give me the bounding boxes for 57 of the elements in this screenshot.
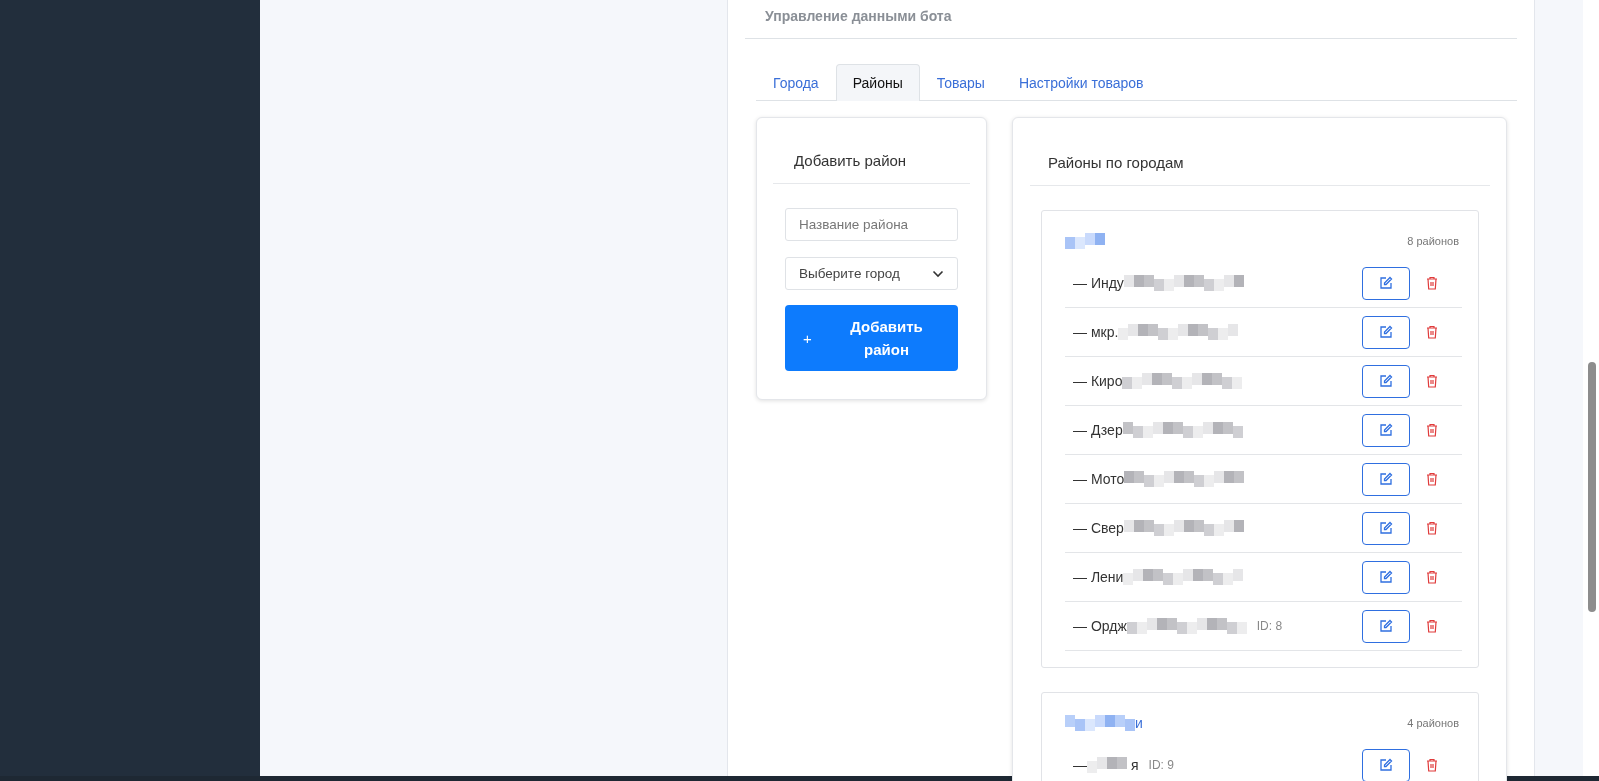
district-count: 4 районов xyxy=(1407,717,1459,729)
edit-button[interactable] xyxy=(1362,315,1410,349)
district-name: — Свер xyxy=(1073,520,1124,536)
city-select[interactable]: Выберите город xyxy=(785,257,958,290)
district-name: — xyxy=(1073,757,1087,773)
edit-icon xyxy=(1379,570,1393,584)
card-title: Добавить район xyxy=(773,118,970,184)
district-name: — Инду xyxy=(1073,275,1124,291)
panel-title: Управление данными бота xyxy=(764,7,953,26)
district-name: — мкр. xyxy=(1073,324,1119,340)
edit-button[interactable] xyxy=(1362,364,1410,398)
district-id: ID: 8 xyxy=(1256,619,1283,633)
edit-icon xyxy=(1379,619,1393,633)
trash-icon xyxy=(1426,325,1438,339)
tab[interactable]: Районы xyxy=(835,64,920,101)
edit-button[interactable] xyxy=(1362,266,1410,300)
trash-icon xyxy=(1426,276,1438,290)
redaction-mosaic xyxy=(1065,715,1135,731)
trash-icon xyxy=(1426,758,1438,772)
trash-icon xyxy=(1426,472,1438,486)
trash-icon xyxy=(1426,521,1438,535)
district-name: — Мото xyxy=(1073,471,1125,487)
tab[interactable]: Города xyxy=(756,64,836,101)
trash-icon xyxy=(1426,374,1438,388)
edit-icon xyxy=(1379,325,1393,339)
edit-button[interactable] xyxy=(1362,511,1410,545)
add-district-button[interactable]: + Добавить район xyxy=(785,305,958,371)
district-count: 8 районов xyxy=(1407,235,1459,247)
city-name[interactable]: и xyxy=(1135,715,1143,731)
trash-icon xyxy=(1426,619,1438,633)
district-name: — Киро xyxy=(1073,373,1123,389)
edit-icon xyxy=(1379,521,1393,535)
trash-icon xyxy=(1426,423,1438,437)
edit-icon xyxy=(1379,758,1393,772)
district-name: я xyxy=(1131,757,1139,773)
edit-button[interactable] xyxy=(1362,413,1410,447)
edit-icon xyxy=(1379,276,1393,290)
edit-button[interactable] xyxy=(1362,560,1410,594)
district-id: ID: 9 xyxy=(1148,758,1174,772)
edit-button[interactable] xyxy=(1362,748,1410,781)
edit-button[interactable] xyxy=(1362,609,1410,643)
chevron-down-icon xyxy=(932,269,944,278)
district-name-field[interactable]: Название района xyxy=(785,208,958,241)
redaction-mosaic xyxy=(1065,233,1105,249)
edit-icon xyxy=(1379,423,1393,437)
scrollbar-thumb[interactable] xyxy=(1588,362,1596,612)
district-name: — Лени xyxy=(1073,569,1124,585)
tab[interactable]: Настройки товаров xyxy=(1001,64,1161,101)
edit-button[interactable] xyxy=(1362,462,1410,496)
edit-icon xyxy=(1379,374,1393,388)
edit-icon xyxy=(1379,472,1393,486)
tab[interactable]: Товары xyxy=(919,64,1002,101)
card-title: Районы по городам xyxy=(1030,118,1490,186)
trash-icon xyxy=(1426,570,1438,584)
redaction-mosaic xyxy=(1087,757,1127,773)
district-name: — Ордж xyxy=(1073,618,1127,634)
district-name: — Дзер xyxy=(1073,422,1123,438)
